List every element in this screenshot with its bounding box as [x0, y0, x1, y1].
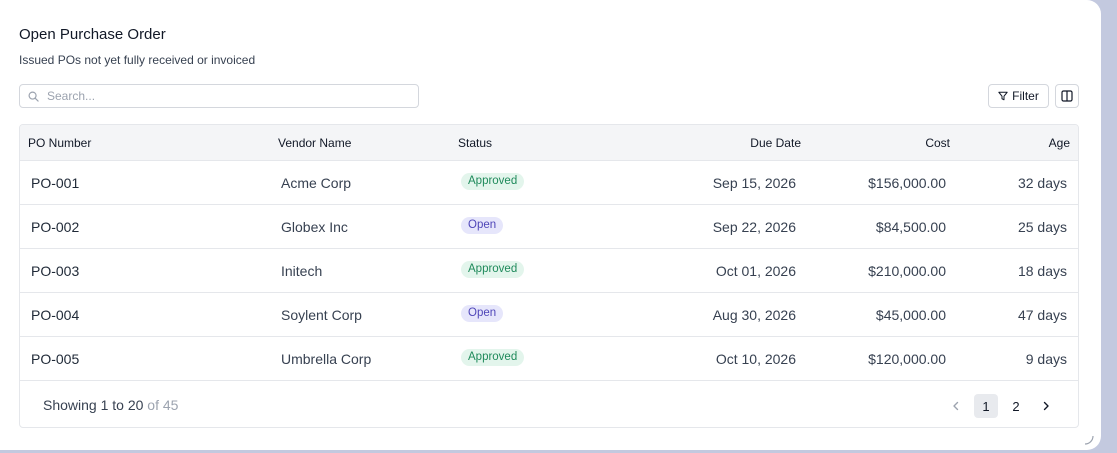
page-button-1[interactable]: 1 — [974, 394, 998, 418]
next-page-button[interactable] — [1034, 394, 1058, 418]
column-header-status[interactable]: Status — [458, 136, 492, 150]
po-number-cell: PO-001 — [31, 175, 80, 191]
columns-button[interactable] — [1055, 84, 1079, 108]
column-header-vendor-name[interactable]: Vendor Name — [278, 136, 351, 150]
page-button-2[interactable]: 2 — [1004, 394, 1028, 418]
po-table: PO Number Vendor Name Status Due Date Co… — [19, 124, 1079, 428]
cost-cell: $120,000.00 — [868, 351, 946, 367]
cost-cell: $210,000.00 — [868, 263, 946, 279]
status-badge: Open — [461, 217, 504, 234]
age-cell: 25 days — [1017, 219, 1067, 235]
table-row[interactable]: PO-002 Globex Inc Open Sep 22, 2026 $84,… — [20, 205, 1078, 249]
status-badge: Open — [461, 305, 504, 322]
vendor-name-cell: Umbrella Corp — [281, 351, 372, 367]
purchase-order-card: Open Purchase Order Issued POs not yet f… — [0, 0, 1101, 450]
column-header-due-date[interactable]: Due Date — [750, 136, 801, 150]
table-row[interactable]: PO-003 Initech Approved Oct 01, 2026 $21… — [20, 249, 1078, 293]
page-title: Open Purchase Order — [19, 26, 166, 43]
vendor-name-cell: Soylent Corp — [281, 307, 362, 323]
due-date-cell: Oct 10, 2026 — [715, 351, 796, 367]
age-cell: 47 days — [1017, 307, 1067, 323]
vendor-name-cell: Acme Corp — [281, 175, 352, 191]
status-badge: Approved — [461, 349, 525, 366]
column-header-po-number[interactable]: PO Number — [28, 136, 91, 150]
po-number-cell: PO-002 — [31, 219, 80, 235]
table-footer: Showing 1 to 20 of 45 1 2 — [20, 381, 1078, 427]
po-number-cell: PO-004 — [31, 307, 80, 323]
table-row[interactable]: PO-001 Acme Corp Approved Sep 15, 2026 $… — [20, 161, 1078, 205]
due-date-cell: Sep 22, 2026 — [712, 219, 796, 235]
status-badge: Approved — [461, 261, 525, 278]
columns-icon — [1061, 90, 1073, 102]
column-header-cost[interactable]: Cost — [925, 136, 950, 150]
due-date-cell: Sep 15, 2026 — [712, 175, 796, 191]
table-row[interactable]: PO-005 Umbrella Corp Approved Oct 10, 20… — [20, 337, 1078, 381]
search-icon — [28, 90, 40, 102]
total-count: of 45 — [147, 397, 179, 413]
filter-button[interactable]: Filter — [988, 84, 1049, 108]
age-cell: 32 days — [1017, 175, 1067, 191]
po-number-cell: PO-003 — [31, 263, 80, 279]
column-header-age[interactable]: Age — [1049, 136, 1070, 150]
due-date-cell: Aug 30, 2026 — [712, 307, 796, 323]
showing-range: Showing 1 to 20 — [43, 397, 144, 413]
resize-handle-icon[interactable] — [1082, 432, 1094, 450]
chevron-left-icon — [953, 401, 959, 411]
pagination: 1 2 — [944, 394, 1058, 418]
filter-icon — [998, 91, 1008, 101]
po-number-cell: PO-005 — [31, 351, 80, 367]
cost-cell: $156,000.00 — [868, 175, 946, 191]
previous-page-button[interactable] — [944, 394, 968, 418]
page-subtitle: Issued POs not yet fully received or inv… — [19, 53, 256, 67]
cost-cell: $45,000.00 — [875, 307, 946, 323]
table-header: PO Number Vendor Name Status Due Date Co… — [20, 125, 1078, 161]
age-cell: 9 days — [1025, 351, 1067, 367]
vendor-name-cell: Globex Inc — [281, 219, 348, 235]
status-badge: Approved — [461, 173, 525, 190]
table-row[interactable]: PO-004 Soylent Corp Open Aug 30, 2026 $4… — [20, 293, 1078, 337]
vendor-name-cell: Initech — [281, 263, 323, 279]
search-box[interactable] — [19, 84, 419, 108]
cost-cell: $84,500.00 — [875, 219, 946, 235]
chevron-right-icon — [1043, 401, 1049, 411]
search-input[interactable] — [45, 88, 399, 104]
due-date-cell: Oct 01, 2026 — [715, 263, 796, 279]
pagination-summary: Showing 1 to 20 of 45 — [43, 397, 178, 413]
filter-label: Filter — [1012, 89, 1039, 103]
age-cell: 18 days — [1017, 263, 1067, 279]
